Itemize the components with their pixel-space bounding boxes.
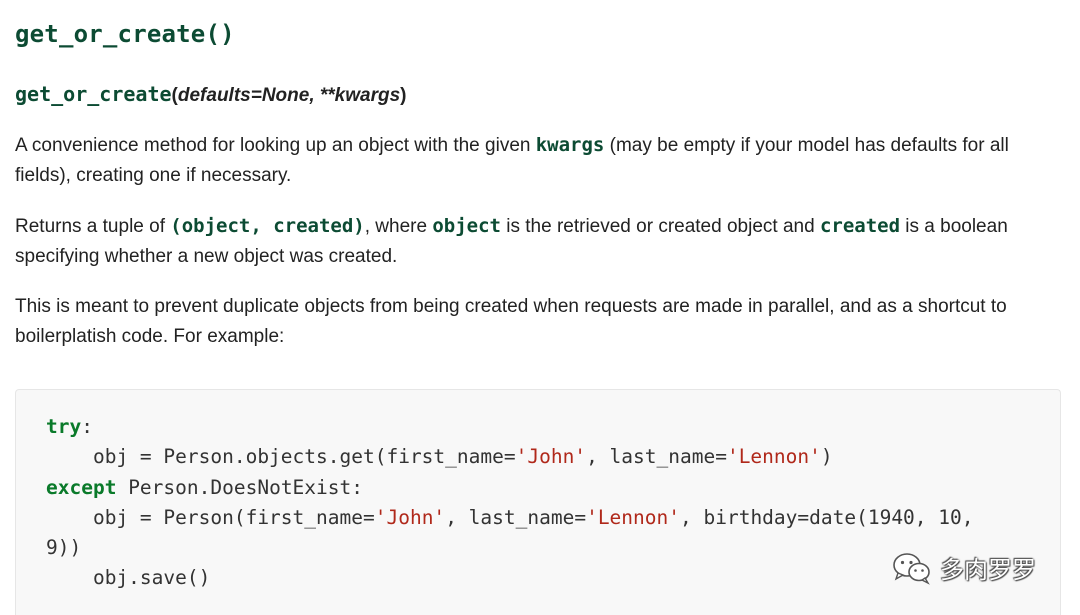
wechat-icon bbox=[893, 552, 930, 585]
code-example: try: obj = Person.objects.get(first_name… bbox=[46, 412, 974, 594]
code-line2-c: ) bbox=[820, 445, 833, 469]
description-paragraph: A convenience method for looking up an o… bbox=[15, 130, 1060, 191]
signature-close-paren: ) bbox=[400, 85, 407, 106]
code-line3-rest: Person.DoesNotExist: bbox=[116, 475, 363, 499]
signature-params: defaults=None, **kwargs bbox=[177, 85, 401, 106]
kwargs-code: kwargs bbox=[535, 134, 605, 156]
code-string-john: 'John' bbox=[515, 445, 587, 469]
code-line4-a: obj = Person(first_name= bbox=[46, 505, 375, 529]
para1-text-before: A convenience method for looking up an o… bbox=[15, 135, 536, 156]
code-keyword-try: try bbox=[46, 415, 82, 438]
code-string-lennon-2: 'Lennon' bbox=[586, 505, 680, 529]
code-string-john-2: 'John' bbox=[374, 505, 446, 529]
code-string-lennon: 'Lennon' bbox=[726, 445, 821, 469]
returns-paragraph: Returns a tuple of (object, created), wh… bbox=[15, 211, 1060, 272]
tuple-code: (object, created) bbox=[170, 215, 365, 237]
code-line4-b: , last_name= bbox=[445, 505, 587, 529]
object-code: object bbox=[432, 215, 501, 237]
watermark-text: 多肉罗罗 bbox=[940, 556, 1036, 584]
para2-text-1: Returns a tuple of bbox=[15, 216, 171, 237]
code-keyword-except: except bbox=[46, 475, 117, 499]
para2-text-3: is the retrieved or created object and bbox=[500, 216, 820, 237]
code-line2-b: , last_name= bbox=[586, 445, 727, 469]
para2-text-2: , where bbox=[364, 216, 433, 237]
code-line5: 9)) bbox=[46, 536, 82, 560]
code-line1-rest: : bbox=[81, 415, 93, 438]
section-heading: get_or_create() bbox=[15, 20, 235, 48]
code-line4-c: , birthday=date(1940, 10, bbox=[680, 505, 974, 529]
method-signature: get_or_create(defaults=None, **kwargs) bbox=[15, 82, 406, 107]
created-code: created bbox=[819, 215, 901, 237]
signature-function-name: get_or_create bbox=[15, 82, 172, 106]
purpose-paragraph: This is meant to prevent duplicate objec… bbox=[15, 296, 1007, 347]
code-line2-a: obj = Person.objects.get(first_name= bbox=[46, 445, 516, 469]
code-line6: obj.save() bbox=[46, 566, 211, 590]
wechat-watermark: 多肉罗罗 bbox=[892, 550, 1036, 585]
